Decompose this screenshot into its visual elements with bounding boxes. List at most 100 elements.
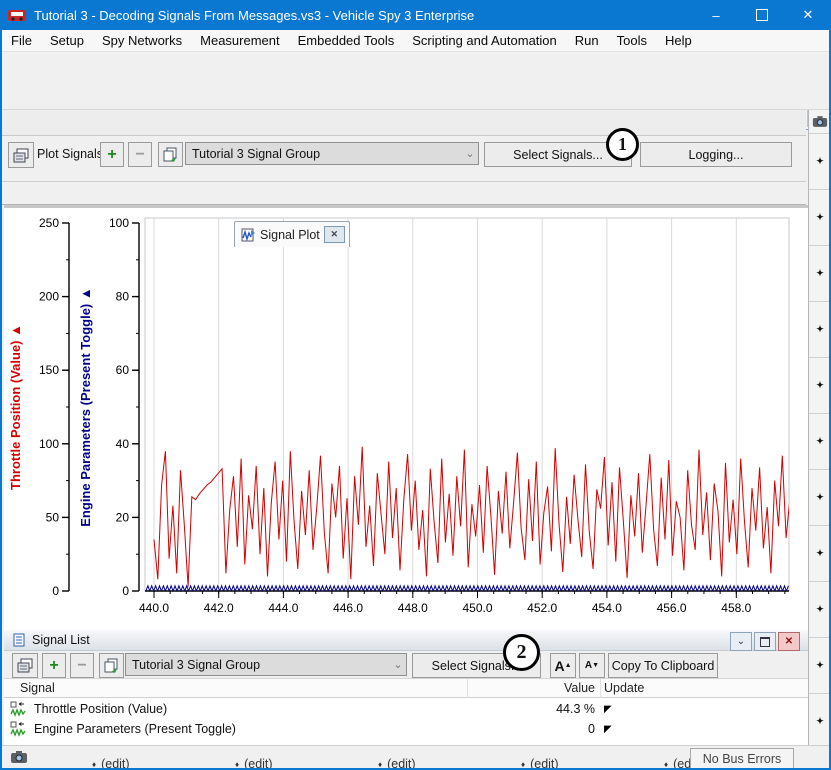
svg-text:448.0: 448.0 [398,601,428,615]
panel-close-button[interactable]: ✕ [778,632,800,651]
dock-cell[interactable]: ✦ [809,357,831,413]
edit-slot[interactable]: ♦(edit) [235,757,273,770]
dock-dot-icon: ✦ [816,660,824,671]
menu-embedded-tools[interactable]: Embedded Tools [289,31,404,50]
column-value[interactable]: Value [475,681,595,695]
plot-signals-icon [17,658,33,673]
dock-dot-icon: ✦ [816,604,824,615]
chart-toolbar: Value XY ⌄ Throttle Position (Value) ⌄ X… [2,182,806,205]
font-decrease-button[interactable]: A▼ [579,653,605,678]
plus-icon: + [107,150,116,160]
minimize-button[interactable]: – [693,0,739,30]
table-row[interactable]: Throttle Position (Value) 44.3 % ◤ [4,699,808,719]
dock-dot-icon: ✦ [816,156,824,167]
edit-slot[interactable]: ♦(edit) [378,757,416,770]
add-signal-button[interactable]: + [42,653,66,678]
edit-slot[interactable]: ♦(edit) [92,757,130,770]
svg-text:440.0: 440.0 [139,601,169,615]
chevron-down-icon: ⌄ [390,658,406,671]
signal-table-header: Signal Value Update [4,679,808,698]
font-increase-label: A [554,658,564,674]
svg-text:450.0: 450.0 [462,601,492,615]
signal-list-menu-button[interactable] [12,653,38,678]
dock-cell[interactable]: ✦ [809,637,831,693]
remove-plot-button[interactable]: − [128,142,152,167]
svg-text:446.0: 446.0 [333,601,363,615]
panel-menu-button[interactable]: ⌄ [730,632,752,651]
tab-signal-plot-label: Signal Plot [260,228,320,242]
column-divider [600,679,601,698]
svg-text:Throttle Position (Value) ▲: Throttle Position (Value) ▲ [8,324,23,490]
column-signal[interactable]: Signal [20,681,55,695]
signal-list-group-select[interactable]: Tutorial 3 Signal Group ⌄ [125,653,407,676]
copy-group-icon [163,147,178,162]
plus-icon: + [49,661,58,671]
menu-bar: File Setup Spy Networks Measurement Embe… [2,30,829,52]
logging-button[interactable]: Logging... [640,142,792,167]
add-plot-button[interactable]: + [100,142,124,167]
svg-text:150: 150 [39,363,59,377]
menu-tools[interactable]: Tools [608,31,656,50]
triangle-up-icon: ▲ [565,662,572,669]
copy-to-clipboard-button[interactable]: Copy To Clipboard [608,653,718,678]
signal-list-icon [12,633,26,647]
edit-slot[interactable]: ♦(edit) [521,757,559,770]
menu-file[interactable]: File [2,31,41,50]
dock-cell[interactable]: ✦ [809,581,831,637]
svg-text:452.0: 452.0 [527,601,557,615]
plot-signals-menu-button[interactable] [8,142,34,168]
dock-dot-icon: ✦ [816,268,824,279]
dock-cell[interactable]: ✦ [809,525,831,581]
signal-icon [10,701,26,717]
dock-dot-icon: ✦ [816,716,824,727]
table-row[interactable]: Engine Parameters (Present Toggle) 0 ◤ [4,719,808,739]
copy-group-button[interactable] [158,142,183,167]
copy-to-clipboard-label: Copy To Clipboard [612,659,715,673]
maximize-button[interactable] [739,0,785,30]
svg-text:100: 100 [109,216,129,230]
remove-signal-button[interactable]: − [70,653,94,678]
dock-strip: ✦ ✦ ✦ ✦ ✦ ✦ ✦ ✦ ✦ ✦ ✦ [808,110,831,745]
document-tab-bar: Messages ✕ Messages Editor ✕ Signal Plot… [2,110,806,136]
signal-name: Throttle Position (Value) [34,702,167,716]
menu-measurement[interactable]: Measurement [191,31,288,50]
dock-dot-icon: ✦ [816,380,824,391]
panel-restore-button[interactable] [754,632,776,651]
dock-cell[interactable]: ✦ [809,693,831,749]
tab-signal-plot[interactable]: Signal Plot ✕ [234,221,350,247]
menu-spy-networks[interactable]: Spy Networks [93,31,191,50]
close-button[interactable]: ✕ [785,0,831,30]
chart-canvas[interactable]: 440.0442.0444.0446.0448.0450.0452.0454.0… [4,208,806,630]
dock-dot-icon: ✦ [816,492,824,503]
chevron-down-icon: ⌄ [737,636,745,647]
platform-toolbar: Platform: (None) ⌄ Desktop 1 [2,80,829,110]
dock-cell[interactable]: ✦ [809,301,831,357]
menu-setup[interactable]: Setup [41,31,93,50]
signal-value: 44.3 % [475,702,595,716]
dock-cell[interactable]: ✦ [809,469,831,525]
menu-help[interactable]: Help [656,31,701,50]
column-divider [467,679,468,698]
signal-list-title: Signal List [32,633,90,647]
diamond-icon: ♦ [92,760,96,769]
plot-group-select[interactable]: Tutorial 3 Signal Group ⌄ [185,142,479,165]
copy-group-button[interactable] [99,653,124,678]
chevron-down-icon: ⌄ [462,147,478,160]
menu-run[interactable]: Run [566,31,608,50]
column-update[interactable]: Update [604,681,644,695]
signal-plot-chart: 440.0442.0444.0446.0448.0450.0452.0454.0… [4,205,808,630]
dock-cell[interactable]: ✦ [809,189,831,245]
logging-label: Logging... [689,148,744,162]
signal-list-titlebar: Signal List ⌄ ✕ [4,630,808,651]
annotation-step-2: 2 [503,634,540,671]
diamond-icon: ♦ [235,760,239,769]
dock-cell[interactable]: ✦ [809,133,831,189]
plot-signals-toolbar: Plot Signals + − Tutorial 3 Signal Group… [2,136,806,182]
menu-scripting-automation[interactable]: Scripting and Automation [403,31,566,50]
dock-cell[interactable]: ✦ [809,245,831,301]
font-increase-button[interactable]: A▲ [550,653,576,678]
close-icon[interactable]: ✕ [324,226,345,243]
dock-cell[interactable]: ✦ [809,413,831,469]
minus-icon: − [77,661,86,671]
restore-icon [760,637,770,647]
